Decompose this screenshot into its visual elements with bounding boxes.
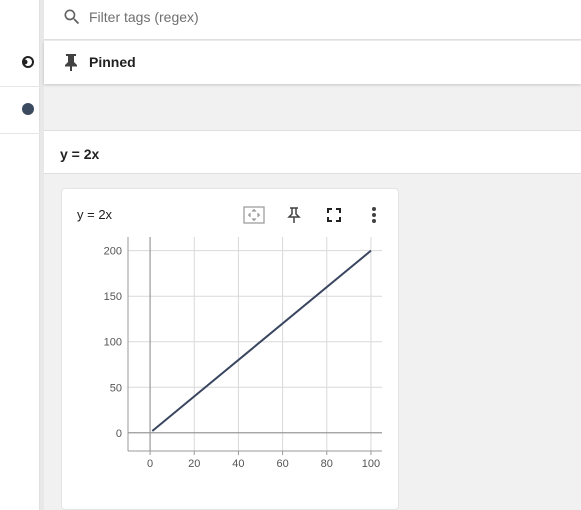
color-dot-icon[interactable] (22, 103, 34, 115)
filter-tags-input[interactable] (89, 4, 489, 30)
left-row-2[interactable] (0, 88, 40, 134)
x-tick-label: 40 (232, 458, 244, 470)
tag-group-header[interactable]: y = 2x (44, 130, 581, 174)
scalar-card: y = 2x 0 20 40 60 80 100 0 50 100 150 200 (61, 188, 399, 510)
y-tick-label: 100 (104, 337, 122, 349)
line-chart[interactable]: 0 20 40 60 80 100 0 50 100 150 200 (62, 229, 398, 499)
x-tick-label: 20 (188, 458, 200, 470)
y-tick-label: 200 (104, 246, 122, 258)
more-vert-icon[interactable] (362, 203, 386, 227)
chart-series (151, 249, 372, 432)
x-tick-label: 80 (321, 458, 333, 470)
tag-group-title: y = 2x (60, 146, 100, 162)
left-sidebar (0, 0, 40, 510)
pin-icon (65, 54, 77, 71)
y-tick-label: 150 (104, 291, 122, 303)
x-tick-label: 100 (362, 458, 380, 470)
card-title: y = 2x (77, 207, 113, 222)
fullscreen-icon[interactable] (322, 203, 346, 227)
left-row-1[interactable] (0, 41, 40, 87)
toggle-icon[interactable] (22, 56, 34, 68)
fit-domain-icon[interactable] (242, 203, 266, 227)
series-line[interactable] (151, 249, 372, 432)
pin-icon[interactable] (282, 203, 306, 227)
y-tick-label: 0 (116, 428, 122, 440)
y-tick-label: 50 (110, 382, 122, 394)
main-content: Pinned y = 2x y = 2x 0 20 40 60 80 100 0 50 100 1… (44, 0, 581, 510)
filter-bar (44, 0, 581, 40)
x-tick-label: 0 (147, 458, 153, 470)
pinned-section[interactable]: Pinned (44, 41, 581, 84)
search-icon (64, 9, 80, 25)
x-tick-label: 60 (276, 458, 288, 470)
pinned-label: Pinned (89, 54, 136, 70)
